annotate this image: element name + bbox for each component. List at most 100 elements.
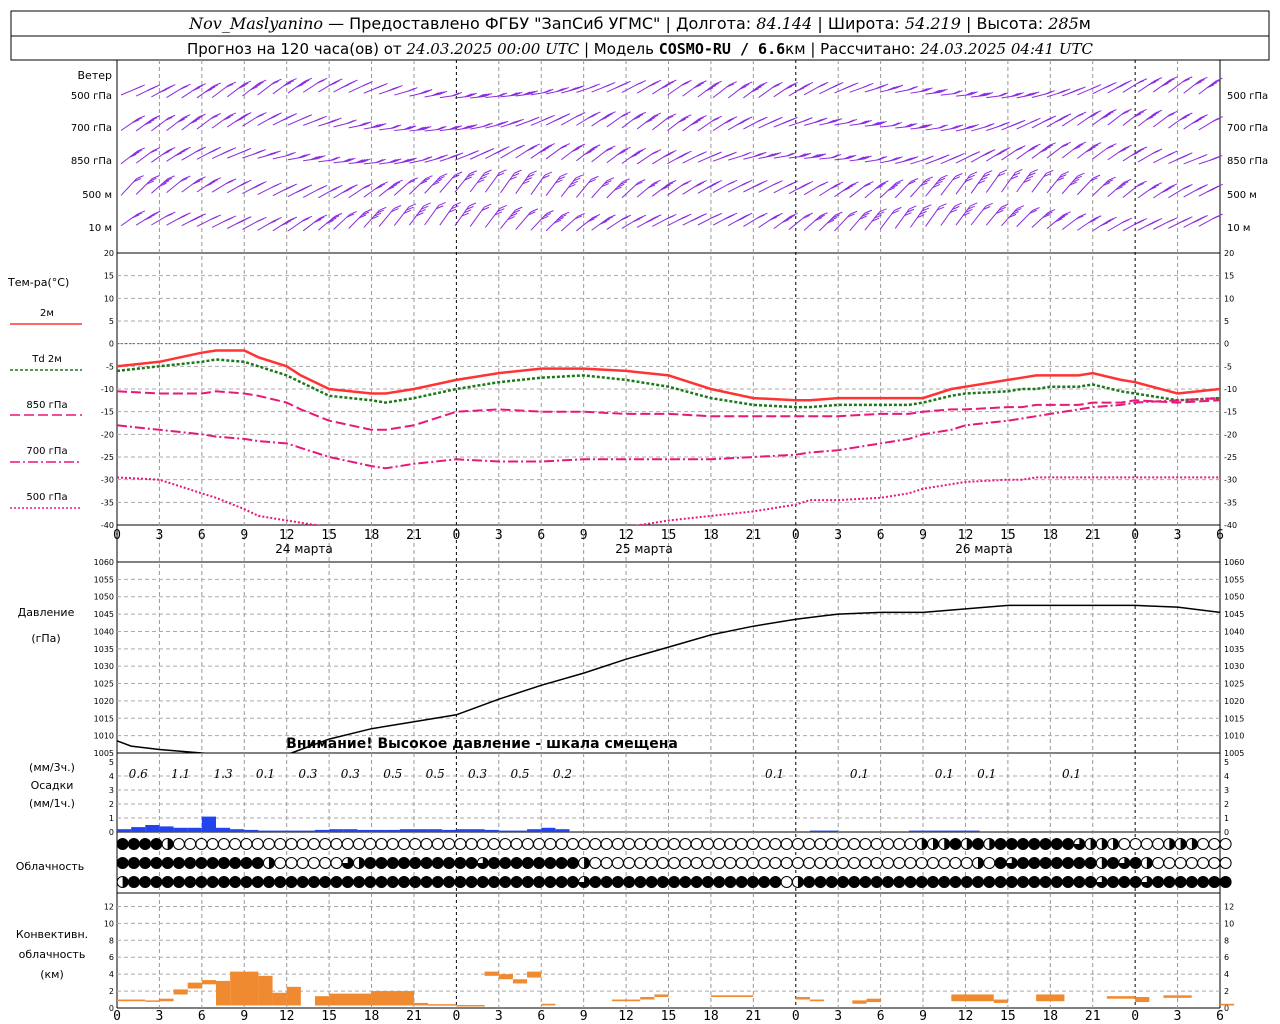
- cloud-cell-1-53: [713, 857, 726, 869]
- cloud-cell-0-33: [488, 838, 501, 850]
- wind-feather-1-44-1: [802, 118, 810, 123]
- cloud-cell-0-57: [758, 838, 771, 850]
- pres-tick-right-6: 1030: [1224, 662, 1244, 671]
- cloud-cell-1-29: [443, 857, 456, 869]
- cloud-cell-2-24: [386, 876, 399, 888]
- cloud-cell-2-79: [1005, 876, 1018, 888]
- convective-bar-15: [428, 1004, 457, 1006]
- cloud-cell-2-50: [679, 876, 692, 888]
- temp-tick-right-4: 0: [1224, 340, 1229, 349]
- wind-feather-3-13-2: [329, 188, 337, 193]
- cloud-title: Облачность: [16, 860, 85, 873]
- cloud-cell-2-23: [375, 876, 388, 888]
- cloud-cell-1-58: [769, 857, 782, 869]
- prec-tick-right-4: 1: [1224, 814, 1229, 823]
- cloud-cell-1-39: [555, 857, 568, 869]
- cloud-cell-1-16: [296, 857, 309, 869]
- wind-feather-2-8-2: [253, 150, 261, 155]
- wind-feather-4-6-2: [223, 218, 231, 223]
- wind-feather-2-24-3: [493, 150, 501, 155]
- convective-bar-4: [187, 982, 202, 989]
- precip-bar-20: [399, 829, 414, 832]
- hour-label-bottom-10: 6: [537, 1009, 545, 1024]
- cloud-cell-2-58: [769, 876, 782, 888]
- cloud-cell-1-23: [375, 857, 388, 869]
- temp-tick-left-10: -30: [101, 476, 114, 485]
- cloud-cell-1-90: [1129, 857, 1142, 869]
- cloud-cell-2-43: [600, 876, 613, 888]
- date-labels: 24 марта 25 марта 26 марта: [275, 542, 1012, 556]
- cloud-cell-1-71: [915, 857, 928, 869]
- cloud-cell-1-83: [1050, 857, 1063, 869]
- cloud-cell-2-47: [645, 876, 658, 888]
- hour-label-temp-8: 0: [452, 528, 460, 543]
- cloud-cell-2-44: [611, 876, 624, 888]
- cloud-cell-2-75: [960, 876, 973, 888]
- cloud-cell-1-36: [521, 857, 534, 869]
- cloud-cell-1-2: [139, 857, 152, 869]
- precip-bar-26: [484, 829, 499, 832]
- hour-label-temp-4: 12: [279, 528, 295, 543]
- precip-bar-50: [1050, 831, 1065, 832]
- precip-amount-8: 0.3: [468, 767, 487, 781]
- calc-time: 24.03.2025 04:41 UTC: [919, 40, 1093, 58]
- hour-label-bottom-25: 3: [1174, 1009, 1182, 1024]
- conv-tick-right-3: 6: [1224, 953, 1229, 962]
- cloud-cell-0-59: [780, 838, 793, 850]
- cloud-cell-1-86: [1084, 857, 1097, 869]
- hour-label-bottom-17: 3: [834, 1009, 842, 1024]
- wind-level-10m-right: 10 м: [1227, 223, 1250, 234]
- convective-bar-5: [201, 980, 216, 985]
- cloud-cell-2-69: [893, 876, 906, 888]
- temp-tick-right-9: -25: [1224, 453, 1237, 462]
- cloud-cell-1-22: [364, 857, 377, 869]
- cloud-cell-0-44: [611, 838, 624, 850]
- cloud-cell-1-5: [172, 857, 185, 869]
- wind-feather-0-65-3: [1115, 84, 1124, 89]
- cloud-cell-1-37: [533, 857, 546, 869]
- hour-label-bottom-22: 18: [1042, 1009, 1058, 1024]
- cloud-cell-2-82: [1039, 876, 1052, 888]
- precip-bar-41: [923, 830, 938, 832]
- convective-bar-3: [173, 989, 188, 995]
- hour-label-bottom-1: 3: [156, 1009, 164, 1024]
- wind-feather-3-63-0: [1092, 174, 1101, 179]
- cloud-cell-2-92: [1152, 876, 1165, 888]
- convective-bar-18: [498, 974, 513, 980]
- cloud-cell-1-17: [307, 857, 320, 869]
- cloud-cell-0-45: [623, 838, 636, 850]
- cloud-cell-1-25: [398, 857, 411, 869]
- cloud-cell-2-54: [724, 876, 737, 888]
- cloud-cell-0-79: [1005, 838, 1018, 850]
- cloud-cell-1-42: [589, 857, 602, 869]
- cloud-cell-0-61: [803, 838, 816, 850]
- cloud-cell-1-44: [611, 857, 624, 869]
- wind-feather-0-30-1: [589, 84, 598, 89]
- hour-label-bottom-5: 15: [321, 1009, 337, 1024]
- cloud-cell-2-59: [780, 876, 793, 888]
- pres-tick-right-2: 1050: [1224, 593, 1244, 602]
- convective-bar-14: [413, 1002, 429, 1006]
- hour-label-bottom-9: 3: [495, 1009, 503, 1024]
- cloud-fill-2-0: [122, 876, 129, 888]
- cloud-cell-0-78: [994, 838, 1007, 850]
- cloud-cell-2-57: [758, 876, 771, 888]
- longitude-value: 84.144: [756, 14, 812, 33]
- cloud-cell-0-21: [352, 838, 365, 850]
- cloud-cell-0-89: [1118, 838, 1131, 850]
- precip-bar-24: [456, 829, 471, 832]
- hour-label-temp-13: 15: [661, 528, 677, 543]
- cloud-cell-2-93: [1163, 876, 1176, 888]
- wind-feather-1-9-2: [268, 115, 277, 120]
- cloud-cell-1-72: [926, 857, 939, 869]
- wind-feather-2-68-2: [1164, 153, 1172, 158]
- temp-tick-right-3: 5: [1224, 317, 1229, 326]
- wind-feather-4-40-3: [736, 217, 744, 222]
- wind-feather-3-53-0: [940, 174, 948, 179]
- precip-bar-55: [1121, 831, 1136, 832]
- date-label-26: 26 марта: [955, 542, 1012, 556]
- cloud-fill-0-73: [944, 838, 950, 850]
- conv-tick-left-5: 2: [109, 987, 114, 996]
- precip-amount-9: 0.5: [510, 767, 529, 781]
- cloud-cell-1-34: [499, 857, 512, 869]
